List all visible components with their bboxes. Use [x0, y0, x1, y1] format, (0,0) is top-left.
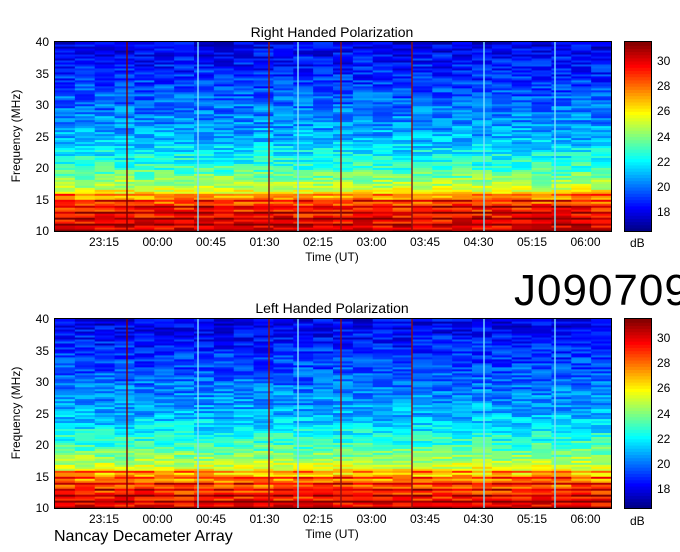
heatmap-cell	[372, 42, 394, 45]
heatmap-cell	[472, 42, 493, 45]
heatmap-cell	[293, 42, 314, 45]
y-tick-label: 10	[35, 224, 49, 238]
heatmap-cell	[531, 42, 553, 45]
spectrogram-plot	[54, 41, 612, 232]
heatmap-cell	[55, 42, 76, 45]
colorbar-tick-label: 28	[657, 79, 671, 94]
colorbar-tick-label: 22	[657, 154, 671, 169]
colorbar-tick-label: 20	[657, 179, 671, 194]
x-tick-label: 06:00	[570, 235, 601, 249]
colorbar-tick-label: 24	[657, 129, 671, 144]
heatmap-cell	[591, 42, 611, 45]
x-tick-label: 04:30	[463, 235, 494, 249]
heatmap-cell	[491, 42, 513, 45]
y-tick-label: 15	[35, 192, 49, 207]
spectrogram-image	[55, 319, 611, 508]
x-tick-label: 05:15	[516, 235, 548, 249]
chart-title: Right Handed Polarization	[250, 24, 414, 40]
heatmap-cell	[392, 42, 414, 45]
colorbar-label: dB	[630, 236, 645, 250]
heatmap-cell	[511, 42, 533, 45]
spectrogram-image	[55, 42, 611, 231]
heatmap-cell	[233, 42, 255, 45]
x-tick-label: 23:15	[88, 235, 120, 249]
x-tick-label: 01:30	[249, 235, 280, 249]
heatmap-cell	[333, 42, 354, 45]
colorbar	[624, 41, 652, 232]
heatmap-cell	[452, 42, 473, 45]
colorbar-swatch	[625, 42, 651, 46]
y-tick-label: 20	[35, 161, 49, 175]
station-id: J090709	[514, 266, 680, 315]
y-axis-label: Frequency (MHz)	[9, 366, 23, 460]
spectrogram-plot	[54, 318, 612, 509]
x-axis-label: Time (UT)	[305, 250, 359, 264]
heatmap-cell	[412, 42, 433, 45]
chart-title: Left Handed Polarization	[255, 300, 409, 316]
colorbar-tick-label: 18	[657, 205, 671, 220]
x-tick-label: 03:45	[409, 235, 441, 249]
heatmap-cell	[174, 42, 195, 45]
heatmap-cell	[154, 42, 175, 45]
x-tick-label: 02:15	[302, 235, 334, 249]
y-tick-label: 40	[35, 35, 49, 49]
heatmap-cell	[313, 42, 334, 45]
x-tick-label: 00:45	[195, 235, 227, 249]
heatmap-cell	[571, 42, 592, 45]
heatmap-cell	[134, 42, 155, 45]
y-tick-label: 35	[35, 66, 49, 81]
y-tick-label: 30	[35, 98, 49, 112]
heatmap-cell	[273, 42, 294, 45]
x-tick-label: 00:00	[142, 235, 173, 249]
heatmap-cell	[352, 42, 374, 45]
x-tick-label: 03:00	[356, 235, 387, 249]
heatmap-cell	[194, 42, 215, 45]
heatmap-cell	[114, 42, 136, 45]
heatmap-cell	[213, 42, 235, 45]
y-axis-label: Frequency (MHz)	[9, 89, 23, 183]
y-tick-label: 25	[35, 129, 49, 144]
heatmap-cell	[432, 42, 453, 45]
heatmap-cell	[94, 42, 116, 45]
colorbar-tick-label: 30	[657, 53, 671, 68]
colorbar-tick-label: 26	[657, 104, 671, 119]
heatmap-cell	[253, 42, 275, 45]
heatmap-cell	[74, 42, 96, 45]
